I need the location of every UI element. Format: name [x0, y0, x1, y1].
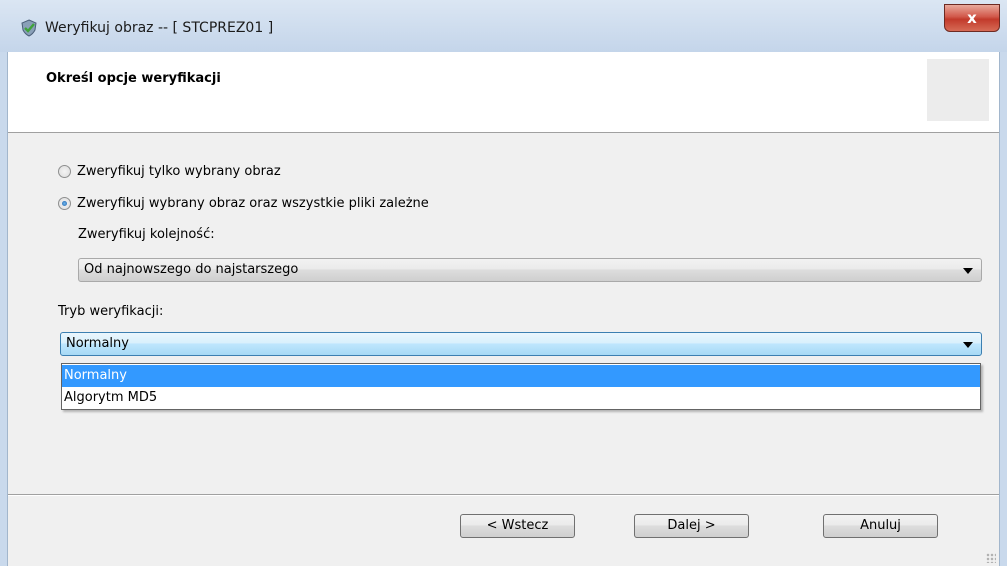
title-bar[interactable]: Weryfikuj obraz -- [ STCPREZ01 ] x [0, 0, 1007, 52]
page-title: Określ opcje weryfikacji [46, 71, 221, 86]
window-frame: Weryfikuj obraz -- [ STCPREZ01 ] x Okreś… [0, 0, 1007, 566]
mode-label: Tryb weryfikacji: [58, 304, 164, 319]
back-button[interactable]: < Wstecz [460, 514, 575, 538]
radio-label: Zweryfikuj wybrany obraz oraz wszystkie … [77, 196, 429, 211]
mode-select-value: Normalny [66, 336, 129, 351]
dropdown-option-md5[interactable]: Algorytm MD5 [62, 387, 980, 409]
order-label: Zweryfikuj kolejność: [78, 227, 215, 242]
radio-button[interactable] [58, 165, 71, 178]
mode-select[interactable]: Normalny [60, 332, 982, 356]
shield-check-icon [21, 19, 37, 37]
close-button[interactable]: x [944, 4, 1000, 32]
dropdown-option-normal[interactable]: Normalny [62, 365, 980, 387]
chevron-down-icon[interactable] [963, 342, 973, 348]
radio-verify-selected-and-dependents[interactable]: Zweryfikuj wybrany obraz oraz wszystkie … [58, 196, 429, 211]
chevron-down-icon[interactable] [963, 268, 973, 274]
resize-grip-icon[interactable] [986, 553, 996, 563]
next-button[interactable]: Dalej > [634, 514, 749, 538]
radio-button-checked[interactable] [58, 197, 71, 210]
cancel-button[interactable]: Anuluj [823, 514, 938, 538]
footer-divider [8, 494, 999, 496]
wizard-header: Określ opcje weryfikacji [8, 52, 999, 133]
mode-dropdown-list: Normalny Algorytm MD5 [61, 363, 981, 410]
window-title: Weryfikuj obraz -- [ STCPREZ01 ] [45, 20, 274, 36]
order-select[interactable]: Od najnowszego do najstarszego [78, 258, 982, 282]
header-image [927, 59, 989, 121]
radio-label: Zweryfikuj tylko wybrany obraz [77, 164, 281, 179]
order-select-value: Od najnowszego do najstarszego [84, 262, 299, 277]
radio-verify-only-selected[interactable]: Zweryfikuj tylko wybrany obraz [58, 164, 281, 179]
dialog-client-area: Określ opcje weryfikacji Zweryfikuj tylk… [7, 52, 1000, 566]
